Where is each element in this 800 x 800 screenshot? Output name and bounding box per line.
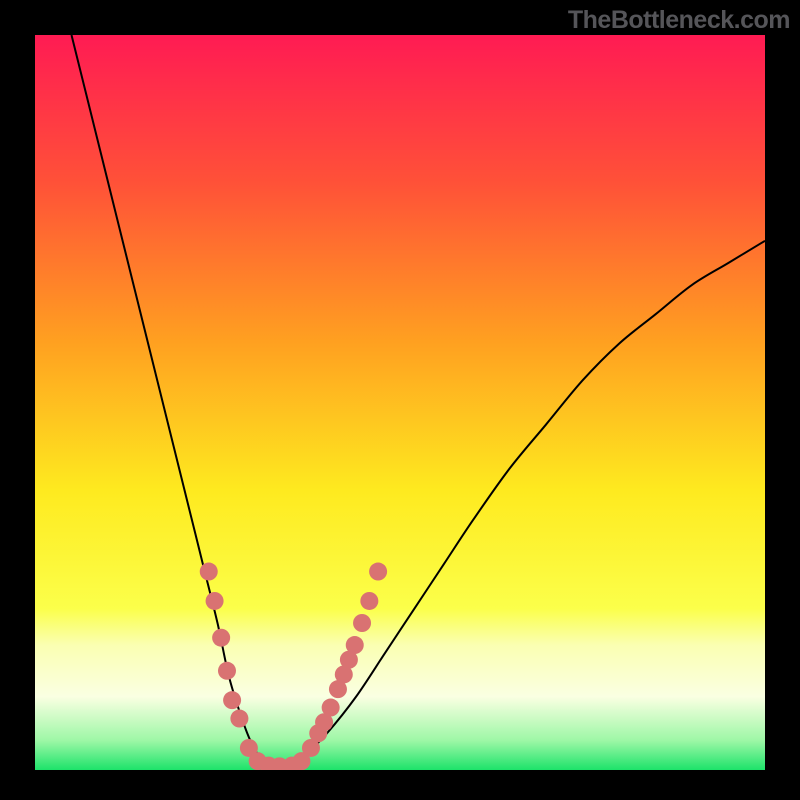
data-marker (353, 614, 371, 632)
data-marker (223, 691, 241, 709)
data-marker (230, 710, 248, 728)
watermark-text: TheBottleneck.com (568, 6, 790, 35)
chart-svg (35, 35, 765, 770)
chart-frame: TheBottleneck.com (0, 0, 800, 800)
gradient-background (35, 35, 765, 770)
data-marker (212, 629, 230, 647)
plot-area (35, 35, 765, 770)
data-marker (346, 636, 364, 654)
data-marker (206, 592, 224, 610)
data-marker (369, 563, 387, 581)
data-marker (360, 592, 378, 610)
data-marker (322, 699, 340, 717)
data-marker (218, 662, 236, 680)
data-marker (200, 563, 218, 581)
